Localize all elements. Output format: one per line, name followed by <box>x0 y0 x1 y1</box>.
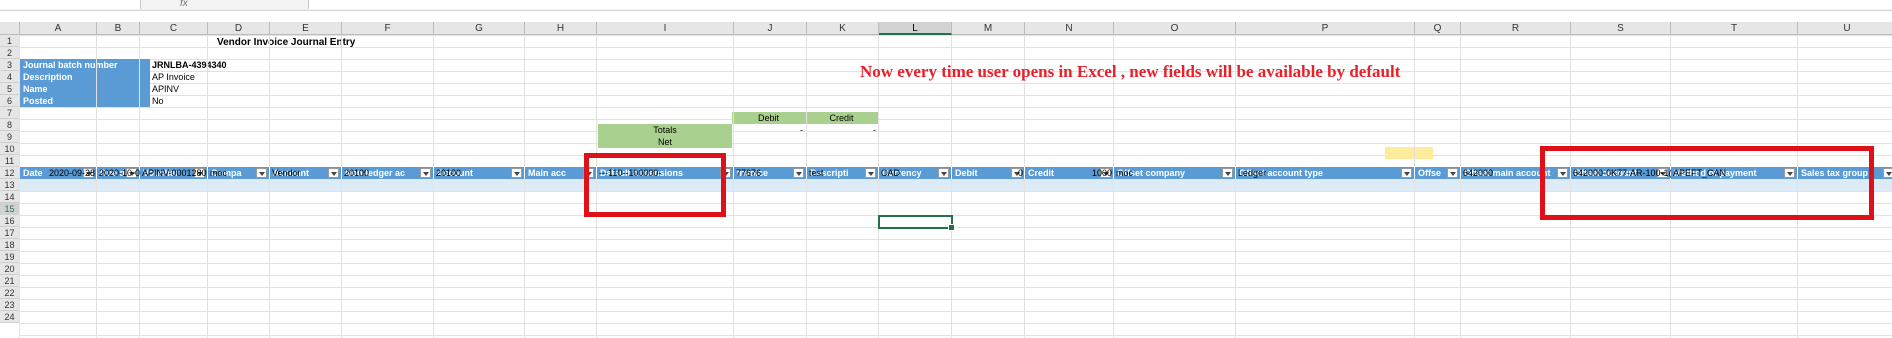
grid-line <box>207 35 208 338</box>
row-header-22[interactable]: 22 <box>0 287 20 299</box>
column-header-q[interactable]: Q <box>1415 22 1461 35</box>
name-box[interactable] <box>0 0 141 9</box>
formula-input[interactable] <box>308 0 1892 9</box>
totals-label: Totals <box>598 124 732 136</box>
row-header-5[interactable]: 5 <box>0 83 20 95</box>
table-cell[interactable]: CAD <box>879 167 952 179</box>
table-cell[interactable]: 0 <box>952 167 1025 179</box>
sheet-title: Vendor Invoice Journal Entry <box>217 37 356 48</box>
table-cell[interactable]: 20100 <box>434 167 525 179</box>
row-header-1[interactable]: 1 <box>0 35 20 47</box>
highlighted-cell-q10[interactable] <box>1385 147 1433 159</box>
grid-line <box>269 35 270 338</box>
table-cell[interactable]: 77676 <box>734 167 807 179</box>
table-cell[interactable]: APINV-0001280 <box>140 167 208 179</box>
column-header-s[interactable]: S <box>1571 22 1671 35</box>
row-header-14[interactable]: 14 <box>0 191 20 203</box>
meta-label: Description <box>20 71 150 83</box>
column-header-u[interactable]: U <box>1798 22 1892 35</box>
row-header-15[interactable]: 15 <box>0 203 20 215</box>
meta-label: Posted <box>20 95 150 107</box>
grid-line <box>341 35 342 338</box>
column-header-l[interactable]: L <box>879 22 952 35</box>
column-header-j[interactable]: J <box>734 22 807 35</box>
column-header-h[interactable]: H <box>525 22 597 35</box>
table-cell[interactable]: 2020-10-08 <box>97 167 140 179</box>
column-header-c[interactable]: C <box>140 22 208 35</box>
table-cell[interactable]: moc <box>1114 167 1236 179</box>
column-header-g[interactable]: G <box>434 22 525 35</box>
meta-label: Journal batch number <box>20 59 150 71</box>
row-header-12[interactable]: 12 <box>0 167 20 179</box>
row-header-21[interactable]: 21 <box>0 275 20 287</box>
row-header-23[interactable]: 23 <box>0 299 20 311</box>
row-header-4[interactable]: 4 <box>0 71 20 83</box>
column-header-a[interactable]: A <box>20 22 97 35</box>
column-header-i[interactable]: I <box>597 22 734 35</box>
column-header-m[interactable]: M <box>952 22 1025 35</box>
table-cell[interactable]: 2020-09-28 <box>20 167 97 179</box>
active-cell-l15[interactable] <box>878 215 955 231</box>
formula-bar: fx <box>0 0 1892 11</box>
table-cell[interactable]: Vendor <box>270 167 342 179</box>
row-header-7[interactable]: 7 <box>0 107 20 119</box>
meta-value[interactable]: No <box>150 95 280 107</box>
table-cell[interactable] <box>1415 167 1461 179</box>
net-label: Net <box>598 136 732 148</box>
debit-total[interactable]: - <box>732 124 805 136</box>
grid-line <box>19 35 20 338</box>
annotation-note: Now every time user opens in Excel , new… <box>860 62 1401 81</box>
grid-line <box>733 35 734 338</box>
column-header-e[interactable]: E <box>270 22 342 35</box>
column-header-k[interactable]: K <box>807 22 879 35</box>
row-header-10[interactable]: 10 <box>0 143 20 155</box>
table-cell[interactable]: test <box>807 167 879 179</box>
meta-value[interactable]: APINV <box>150 83 280 95</box>
row-header-13[interactable]: 13 <box>0 179 20 191</box>
column-header-b[interactable]: B <box>97 22 140 35</box>
row-header-8[interactable]: 8 <box>0 119 20 131</box>
credit-total[interactable]: - <box>805 124 878 136</box>
column-header-o[interactable]: O <box>1114 22 1236 35</box>
table-cell[interactable]: 1000 <box>1025 167 1114 179</box>
grid-line <box>96 35 97 338</box>
table-cell[interactable]: 20100 <box>342 167 434 179</box>
debit-header: Debit <box>732 112 805 124</box>
row-header-2[interactable]: 2 <box>0 47 20 59</box>
column-header-p[interactable]: P <box>1236 22 1415 35</box>
row-header-6[interactable]: 6 <box>0 95 20 107</box>
meta-value[interactable]: AP Invoice <box>150 71 280 83</box>
highlight-box-default-dimensions <box>584 153 726 217</box>
grid-line <box>524 35 525 338</box>
grid-line <box>433 35 434 338</box>
grid-line <box>806 35 807 338</box>
row-header-24[interactable]: 24 <box>0 311 20 323</box>
row-header-19[interactable]: 19 <box>0 251 20 263</box>
table-cell[interactable]: moc <box>208 167 270 179</box>
fx-icon[interactable]: fx <box>180 0 188 9</box>
row-header-20[interactable]: 20 <box>0 263 20 275</box>
grid-line <box>1460 35 1461 338</box>
row-header-11[interactable]: 11 <box>0 155 20 167</box>
meta-label: Name <box>20 83 150 95</box>
row-header-9[interactable]: 9 <box>0 131 20 143</box>
column-header-d[interactable]: D <box>208 22 270 35</box>
column-header-n[interactable]: N <box>1025 22 1114 35</box>
meta-value[interactable]: JRNLBA-4394340 <box>150 59 280 71</box>
credit-header: Credit <box>805 112 878 124</box>
grid-line <box>139 35 140 338</box>
column-header-f[interactable]: F <box>342 22 434 35</box>
column-header-t[interactable]: T <box>1671 22 1798 35</box>
row-header-17[interactable]: 17 <box>0 227 20 239</box>
column-header-r[interactable]: R <box>1461 22 1571 35</box>
table-cell[interactable]: Ledger <box>1236 167 1415 179</box>
row-header-18[interactable]: 18 <box>0 239 20 251</box>
row-header-16[interactable]: 16 <box>0 215 20 227</box>
highlight-box-offset-fields <box>1540 146 1874 220</box>
column-headers: ABCDEFGHIJKLMNOPQRSTU <box>0 22 1892 35</box>
row-header-3[interactable]: 3 <box>0 59 20 71</box>
